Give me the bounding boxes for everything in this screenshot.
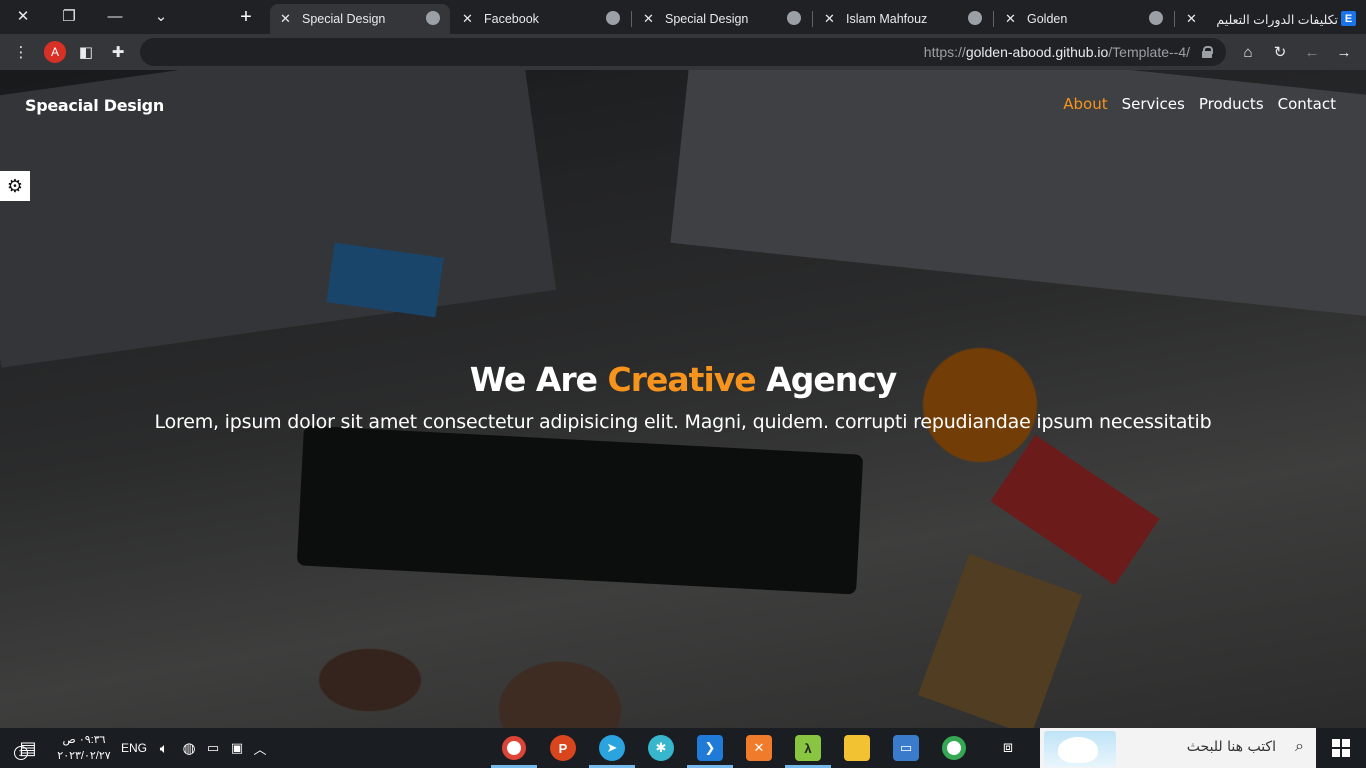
menu-kebab-icon[interactable]: ⋮ xyxy=(9,40,33,64)
nav-link-about[interactable]: About xyxy=(1063,95,1107,113)
lambda-app-icon[interactable]: λ xyxy=(795,735,821,761)
hero-title-part: We Are xyxy=(469,360,598,399)
tab-special-design[interactable]: ✕ Special Design xyxy=(270,4,450,34)
tab-close-icon[interactable]: ✕ xyxy=(462,11,478,27)
tab-separator xyxy=(1174,11,1175,27)
nav-link-services[interactable]: Services xyxy=(1122,95,1185,113)
tab-label: Golden xyxy=(1027,12,1068,26)
settings-toggle-button[interactable]: ⚙ xyxy=(0,171,30,201)
forward-arrow-icon[interactable]: ← xyxy=(1300,40,1324,64)
hero-title-accent: Creative xyxy=(607,360,757,399)
lock-icon[interactable] xyxy=(1202,46,1213,58)
windows-start-icon[interactable] xyxy=(1332,739,1350,757)
e-favicon-icon: E xyxy=(1341,11,1356,26)
globe-icon xyxy=(787,11,801,25)
file-explorer-icon[interactable] xyxy=(844,735,870,761)
url-path: /Template--4/ xyxy=(1108,44,1190,60)
tab-special-design-2[interactable]: ✕ Special Design xyxy=(633,4,811,34)
tab-label: Special Design xyxy=(665,12,749,26)
tab-close-icon[interactable]: ✕ xyxy=(643,11,659,27)
nav-link-contact[interactable]: Contact xyxy=(1278,95,1336,113)
tab-close-icon[interactable]: ✕ xyxy=(824,11,840,27)
nav-link-products[interactable]: Products xyxy=(1199,95,1264,113)
chrome-app-icon-2[interactable] xyxy=(942,736,966,760)
back-arrow-icon[interactable]: → xyxy=(1332,40,1356,64)
extensions-puzzle-icon[interactable]: ✚ xyxy=(106,40,130,64)
hero-dark-overlay xyxy=(0,70,1366,728)
xampp-app-icon[interactable]: ✕ xyxy=(746,735,772,761)
tab-arabic-courses[interactable]: ✕ تكليفات الدورات التعليم E xyxy=(1176,4,1366,34)
tab-search-chevron-icon[interactable]: ⌄ xyxy=(138,0,184,32)
profile-avatar[interactable]: A xyxy=(44,41,66,63)
url-prefix: https:// xyxy=(923,44,966,60)
window-close-icon[interactable]: ✕ xyxy=(0,0,46,32)
vscode-app-icon[interactable]: ❯ xyxy=(697,735,723,761)
tab-label: Islam Mahfouz xyxy=(846,12,928,26)
tab-facebook[interactable]: ✕ Facebook xyxy=(452,4,630,34)
action-center-icon[interactable]: ▤ xyxy=(8,728,48,768)
network-globe-icon[interactable]: ◍ xyxy=(178,728,200,768)
globe-icon xyxy=(968,11,982,25)
window-minimize-icon[interactable]: — xyxy=(92,0,138,32)
tab-separator xyxy=(993,11,994,27)
search-placeholder: اكتب هنا للبحث xyxy=(1186,739,1276,755)
url-text: https://golden-abood.github.io/Template-… xyxy=(924,44,1190,60)
tab-close-icon[interactable]: ✕ xyxy=(280,11,296,27)
chrome-app-icon[interactable] xyxy=(502,736,526,760)
globe-icon xyxy=(606,11,620,25)
reload-icon[interactable]: ↻ xyxy=(1268,40,1292,64)
notification-count-badge: 1 xyxy=(14,746,28,760)
url-host: golden-abood.github.io xyxy=(965,44,1109,60)
tab-islam-mahfouz[interactable]: ✕ Islam Mahfouz xyxy=(814,4,992,34)
clock[interactable]: ٠٩:٣٦ ص ٢٠٢٣/٠٢/٢٧ xyxy=(52,728,116,768)
new-tab-button[interactable]: + xyxy=(232,4,260,30)
search-highlight-image xyxy=(1044,731,1116,767)
tab-close-icon[interactable]: ✕ xyxy=(1186,11,1202,27)
show-hidden-icons-chevron-icon[interactable]: ︿ xyxy=(250,728,270,768)
psiphon-app-icon[interactable]: P xyxy=(550,735,576,761)
clock-date: ٢٠٢٣/٠٢/٢٧ xyxy=(57,750,111,762)
site-logo[interactable]: Speacial Design xyxy=(25,96,164,115)
taskbar-search-box[interactable]: اكتب هنا للبحث ⌕ xyxy=(1040,728,1316,768)
hero-title-part: Agency xyxy=(766,360,897,399)
tab-label: Special Design xyxy=(302,12,386,26)
volume-icon[interactable]: 🔈︎ xyxy=(152,728,176,768)
globe-icon xyxy=(1149,11,1163,25)
tab-golden[interactable]: ✕ Golden xyxy=(995,4,1173,34)
gear-icon: ⚙ xyxy=(6,175,24,196)
task-view-icon[interactable]: ⧈ xyxy=(993,728,1023,768)
telegram-app-icon[interactable]: ➤ xyxy=(599,735,625,761)
tab-label: تكليفات الدورات التعليم xyxy=(1216,12,1338,27)
window-restore-icon[interactable]: ❐ xyxy=(46,0,92,32)
address-bar[interactable]: https://golden-abood.github.io/Template-… xyxy=(140,38,1226,66)
site-nav: About Services Products Contact xyxy=(1063,95,1336,113)
clock-time: ٠٩:٣٦ ص xyxy=(62,734,106,746)
search-icon: ⌕ xyxy=(1295,738,1304,755)
network-app-icon[interactable]: ✱ xyxy=(648,735,674,761)
tab-close-icon[interactable]: ✕ xyxy=(1005,11,1021,27)
tab-separator xyxy=(812,11,813,27)
browser-tab-strip: ✕ ❐ — ⌄ + ✕ Special Design ✕ Facebook ✕ … xyxy=(0,0,1366,34)
globe-icon xyxy=(426,11,440,25)
language-indicator[interactable]: ENG xyxy=(120,728,148,768)
hero-subtitle: Lorem, ipsum dolor sit amet consectetur … xyxy=(154,411,1212,433)
battery-icon[interactable]: ▭ xyxy=(202,728,224,768)
hero-section: Speacial Design About Services Products … xyxy=(0,70,1366,728)
remote-desktop-app-icon[interactable]: ▭ xyxy=(893,735,919,761)
side-panel-icon[interactable]: ◧ xyxy=(74,40,98,64)
tab-label: Facebook xyxy=(484,12,539,26)
device-icon[interactable]: ▣ xyxy=(227,728,247,768)
hero-title: We Are Creative Agency xyxy=(0,360,1366,399)
tab-separator xyxy=(631,11,632,27)
home-icon[interactable]: ⌂ xyxy=(1236,40,1260,64)
